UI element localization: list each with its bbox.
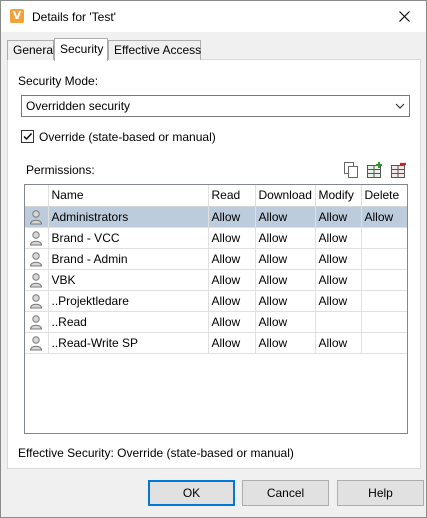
header-name[interactable]: Name: [48, 185, 209, 207]
close-button[interactable]: [382, 1, 426, 32]
cell-read: Allow: [208, 332, 256, 354]
security-mode-label: Security Mode:: [18, 74, 99, 88]
cell-name: VBK: [48, 269, 209, 291]
header-download[interactable]: Download: [255, 185, 316, 207]
header-delete[interactable]: Delete: [361, 185, 407, 207]
table-row[interactable]: Brand - Admin Allow Allow Allow: [25, 248, 407, 270]
user-group-icon: [30, 293, 43, 308]
cell-download: Allow: [255, 290, 316, 312]
row-icon-cell: [25, 227, 49, 249]
tab-security[interactable]: Security: [54, 38, 108, 61]
cell-name: ..Projektledare: [48, 290, 209, 312]
table-row[interactable]: ..Read Allow Allow: [25, 311, 407, 333]
window-title: Details for 'Test': [32, 10, 116, 24]
checkmark-icon: [23, 133, 33, 141]
permissions-grid[interactable]: Name Read Download Modify Delete Adminis…: [24, 184, 408, 434]
tab-general[interactable]: General: [7, 40, 56, 60]
cell-delete: [361, 332, 407, 354]
app-logo-icon: V: [10, 9, 24, 23]
cell-modify: [315, 311, 362, 333]
table-row[interactable]: Brand - VCC Allow Allow Allow: [25, 227, 407, 249]
cell-read: Allow: [208, 269, 256, 291]
cell-read: Allow: [208, 248, 256, 270]
table-row[interactable]: VBK Allow Allow Allow: [25, 269, 407, 291]
copy-icon[interactable]: [342, 161, 360, 179]
cell-delete: [361, 269, 407, 291]
cell-name: ..Read-Write SP: [48, 332, 209, 354]
cell-download: Allow: [255, 332, 316, 354]
security-mode-select[interactable]: Overridden security: [21, 95, 410, 117]
cell-delete: [361, 311, 407, 333]
permissions-label: Permissions:: [26, 163, 95, 177]
cell-read: Allow: [208, 227, 256, 249]
cell-download: Allow: [255, 227, 316, 249]
cell-delete: [361, 290, 407, 312]
cell-modify: Allow: [315, 206, 362, 228]
user-group-icon: [30, 251, 43, 266]
row-icon-cell: [25, 206, 49, 228]
cell-read: Allow: [208, 206, 256, 228]
cell-modify: Allow: [315, 248, 362, 270]
cell-download: Allow: [255, 269, 316, 291]
table-row[interactable]: Administrators Allow Allow Allow Allow: [25, 206, 407, 228]
cell-modify: Allow: [315, 290, 362, 312]
cell-download: Allow: [255, 311, 316, 333]
row-icon-cell: [25, 332, 49, 354]
dialog-window: V Details for 'Test' General Security Ef…: [0, 0, 427, 518]
table-row[interactable]: ..Read-Write SP Allow Allow Allow: [25, 332, 407, 354]
title-bar: V Details for 'Test': [1, 1, 426, 32]
help-button[interactable]: Help: [337, 480, 424, 506]
add-permission-icon[interactable]: [366, 161, 384, 179]
override-checkbox[interactable]: [21, 130, 34, 143]
cell-delete: Allow: [361, 206, 407, 228]
override-label: Override (state-based or manual): [39, 130, 216, 144]
user-group-icon: [30, 314, 43, 329]
permissions-table: Name Read Download Modify Delete Adminis…: [25, 185, 407, 354]
table-row[interactable]: ..Projektledare Allow Allow Allow: [25, 290, 407, 312]
cell-download: Allow: [255, 248, 316, 270]
user-group-icon: [30, 335, 43, 350]
cell-read: Allow: [208, 311, 256, 333]
cell-read: Allow: [208, 290, 256, 312]
cell-name: ..Read: [48, 311, 209, 333]
header-modify[interactable]: Modify: [315, 185, 362, 207]
cell-modify: Allow: [315, 227, 362, 249]
cancel-button[interactable]: Cancel: [242, 480, 329, 506]
close-icon: [398, 11, 410, 22]
user-group-icon: [30, 209, 43, 224]
row-icon-cell: [25, 269, 49, 291]
user-group-icon: [30, 230, 43, 245]
row-icon-cell: [25, 290, 49, 312]
chevron-down-icon: [395, 103, 405, 109]
cell-delete: [361, 248, 407, 270]
row-icon-cell: [25, 248, 49, 270]
header-read[interactable]: Read: [208, 185, 256, 207]
header-icon-column: [25, 185, 49, 207]
cell-delete: [361, 227, 407, 249]
cell-name: Brand - VCC: [48, 227, 209, 249]
effective-security-text: Effective Security: Override (state-base…: [18, 446, 294, 460]
row-icon-cell: [25, 311, 49, 333]
cell-modify: Allow: [315, 269, 362, 291]
table-header-row: Name Read Download Modify Delete: [25, 185, 407, 207]
user-group-icon: [30, 272, 43, 287]
ok-button[interactable]: OK: [148, 480, 235, 506]
cell-name: Administrators: [48, 206, 209, 228]
tab-effective-access[interactable]: Effective Access: [108, 40, 201, 60]
security-mode-value: Overridden security: [26, 99, 131, 113]
cell-download: Allow: [255, 206, 316, 228]
cell-name: Brand - Admin: [48, 248, 209, 270]
remove-permission-icon[interactable]: [390, 161, 408, 179]
cell-modify: Allow: [315, 332, 362, 354]
